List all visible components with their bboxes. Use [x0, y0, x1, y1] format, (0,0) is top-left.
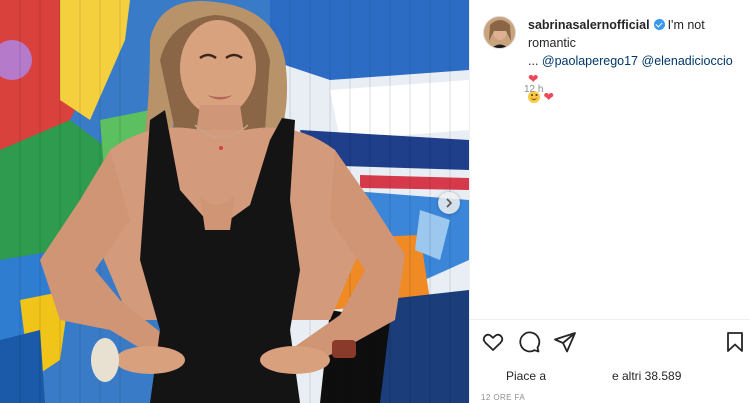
like-button[interactable] — [481, 330, 505, 354]
instagram-post: sabrinasalernofficial I'm not romantic ..… — [0, 0, 750, 403]
share-icon — [554, 332, 576, 353]
likes-prefix: Piace a — [506, 369, 547, 383]
mention-link-1[interactable]: @paolaperego17 — [542, 54, 638, 68]
divider — [469, 319, 750, 320]
bookmark-icon — [727, 332, 743, 352]
username-link[interactable]: sabrinasalernofficial — [528, 18, 650, 32]
red-heart-emoji-icon: ❤ — [543, 90, 554, 104]
comment-button[interactable] — [517, 330, 541, 354]
save-button[interactable] — [723, 330, 747, 354]
action-bar — [481, 330, 745, 354]
avatar[interactable] — [483, 16, 516, 49]
caption: sabrinasalernofficial I'm not romantic ..… — [483, 16, 745, 106]
share-button[interactable] — [553, 330, 577, 354]
heart-icon — [482, 333, 504, 351]
relative-time[interactable]: 12 h — [524, 84, 543, 95]
profile-picture — [484, 17, 515, 48]
caption-text-block: sabrinasalernofficial I'm not romantic ..… — [528, 16, 745, 106]
caption-ellipsis: ... — [528, 54, 539, 68]
post-photo[interactable] — [0, 0, 469, 403]
verified-badge-icon — [653, 19, 665, 30]
carousel-next-button[interactable] — [438, 192, 460, 214]
chevron-right-icon — [446, 198, 453, 208]
graffiti-wall-photo — [0, 0, 469, 403]
comment-icon — [519, 331, 541, 353]
post-date[interactable]: 12 ORE FA — [481, 393, 525, 402]
likes-count-link[interactable]: e altri 38.589 — [612, 369, 681, 383]
mention-link-2[interactable]: @elenadicioccio — [642, 54, 733, 68]
